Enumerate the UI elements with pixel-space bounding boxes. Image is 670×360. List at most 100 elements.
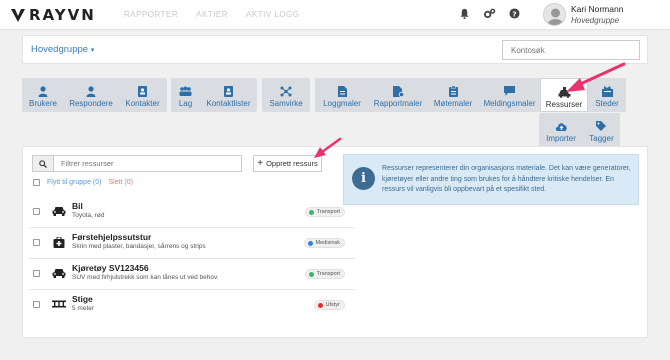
- ladder-icon: [52, 298, 66, 310]
- tag-label: Medisinsk: [315, 240, 340, 246]
- tool-ressurser[interactable]: Ressurser: [540, 78, 588, 112]
- tool-meldingsmaler[interactable]: Meldingsmaler: [479, 78, 540, 112]
- row-checkbox[interactable]: [33, 239, 40, 246]
- tag-badge: Transport: [304, 207, 345, 217]
- list-item[interactable]: Stige 5 meter Utstyr: [29, 290, 355, 321]
- nav-item-aktiv-logg[interactable]: AKTIV LOGG: [246, 10, 299, 19]
- resources-icon: [558, 86, 571, 98]
- tool-lag[interactable]: Lag: [171, 78, 200, 112]
- toolbar-group-teams: Lag Kontaktlister: [171, 78, 257, 112]
- meeting-template-icon: [448, 85, 458, 97]
- tool-loggmaler[interactable]: Loggmaler: [315, 78, 369, 112]
- tag-label: Transport: [316, 271, 340, 277]
- tool-motemaler-label: Møtemaler: [433, 99, 473, 108]
- tag-label: Utstyr: [325, 302, 340, 308]
- tool-rapportmaler[interactable]: Rapportmaler: [369, 78, 427, 112]
- tool-samvirke[interactable]: Samvirke: [262, 78, 310, 112]
- toolbar-group-templates: Loggmaler Rapportmaler Møtemaler Melding…: [315, 78, 626, 112]
- move-to-group-link[interactable]: Flytt til gruppe (0): [47, 179, 101, 186]
- cloud-upload-icon: [555, 120, 568, 132]
- tag-badge: Transport: [304, 269, 345, 279]
- tool-ressurser-label: Ressurser: [545, 100, 583, 109]
- team-icon: [179, 85, 192, 97]
- delete-link[interactable]: Slett (0): [108, 179, 133, 186]
- bell-icon[interactable]: [459, 8, 470, 19]
- top-bar: RAYVN RAPPORTER AKTIER AKTIV LOGG ? Kari…: [0, 0, 670, 30]
- select-all-checkbox[interactable]: [33, 179, 40, 186]
- avatar: [543, 3, 566, 26]
- logo[interactable]: RAYVN: [10, 6, 96, 24]
- tool-respondere-label: Respondere: [69, 99, 113, 108]
- top-icons: ?: [459, 8, 520, 19]
- filter-box: [32, 155, 242, 172]
- info-icon: i: [352, 167, 375, 190]
- user-name: Kari Normann: [571, 3, 624, 14]
- tag-badge: Utstyr: [313, 300, 345, 310]
- resource-name: Kjøretøy SV123456: [72, 263, 149, 273]
- resource-name: Førstehjelpssutstur: [72, 232, 152, 242]
- row-checkbox[interactable]: [33, 208, 40, 215]
- search-icon[interactable]: [33, 156, 54, 171]
- info-box: i Ressurser representerer din organisasj…: [343, 154, 639, 205]
- tool-respondere[interactable]: Respondere: [64, 78, 118, 112]
- svg-text:?: ?: [512, 9, 516, 18]
- settings-gears-icon[interactable]: [483, 8, 496, 19]
- tool-steder[interactable]: Steder: [588, 78, 626, 112]
- tool-kontakter[interactable]: Kontakter: [118, 78, 167, 112]
- help-icon[interactable]: ?: [509, 8, 520, 19]
- network-icon: [280, 85, 292, 97]
- toolbar-group-import: Importer Tagger: [539, 113, 620, 147]
- tool-motemaler[interactable]: Møtemaler: [427, 78, 479, 112]
- resource-description: SUV med firhjulstrekk som kan lånes ut v…: [72, 274, 219, 281]
- tag-dot: [317, 302, 323, 308]
- caret-down-icon: ▾: [90, 47, 95, 54]
- create-resource-button[interactable]: + Opprett ressurs: [253, 155, 322, 172]
- user-menu[interactable]: Kari Normann Hovedgruppe: [543, 3, 623, 26]
- responder-icon: [86, 85, 96, 97]
- contact-card-icon: [138, 85, 147, 97]
- tool-loggmaler-label: Loggmaler: [323, 99, 361, 108]
- tag-badge: Medisinsk: [303, 238, 345, 248]
- tool-tagger[interactable]: Tagger: [583, 113, 620, 147]
- tool-importer[interactable]: Importer: [539, 113, 583, 147]
- nav-item-aktier[interactable]: AKTIER: [196, 10, 228, 19]
- list-item[interactable]: Førstehjelpssutstur Skrin med plaster, b…: [29, 228, 355, 259]
- resource-description: 5 meter: [72, 305, 95, 312]
- tool-brukere-label: Brukere: [28, 99, 57, 108]
- resource-name: Bil: [72, 201, 83, 211]
- tag-dot: [307, 240, 313, 246]
- group-selector[interactable]: Hovedgruppe ▾: [31, 44, 94, 55]
- bulk-actions: Flytt til gruppe (0) Slett (0): [33, 179, 133, 186]
- resource-name: Stige: [72, 294, 93, 304]
- create-resource-label: Opprett ressurs: [266, 159, 318, 168]
- row-checkbox[interactable]: [33, 270, 40, 277]
- group-bar: Hovedgruppe ▾: [22, 35, 648, 64]
- resources-panel: + Opprett ressurs Flytt til gruppe (0) S…: [22, 146, 648, 338]
- contact-search-input[interactable]: [502, 40, 640, 60]
- tool-rapportmaler-label: Rapportmaler: [373, 99, 423, 108]
- tag-dot: [308, 209, 314, 215]
- row-checkbox[interactable]: [33, 301, 40, 308]
- tool-tagger-label: Tagger: [589, 134, 614, 143]
- toolbar-group-collab: Samvirke: [262, 78, 310, 112]
- nav-item-rapporter[interactable]: RAPPORTER: [124, 10, 178, 19]
- tool-samvirke-label: Samvirke: [269, 99, 303, 108]
- group-selector-label: Hovedgruppe: [31, 44, 89, 55]
- tag-dot: [308, 271, 314, 277]
- contact-list-icon: [224, 85, 233, 97]
- info-text: Ressurser representerer din organisasjon…: [382, 165, 631, 193]
- tool-kontaktlister[interactable]: Kontaktlister: [200, 78, 257, 112]
- filter-resources-input[interactable]: [54, 156, 241, 171]
- resource-description: Toyota, rød: [72, 212, 105, 219]
- tool-meldingsmaler-label: Meldingsmaler: [483, 99, 536, 108]
- list-item[interactable]: Kjøretøy SV123456 SUV med firhjulstrekk …: [29, 259, 355, 290]
- brand-name: RAYVN: [29, 6, 96, 24]
- tool-kontakter-label: Kontakter: [125, 99, 160, 108]
- tool-brukere[interactable]: Brukere: [22, 78, 64, 112]
- resource-list: Bil Toyota, rød Transport Førstehjelpssu…: [29, 197, 355, 321]
- tool-importer-label: Importer: [546, 134, 576, 143]
- log-template-icon: [337, 85, 347, 97]
- toolbar-group-people: Brukere Respondere Kontakter: [22, 78, 167, 112]
- tool-lag-label: Lag: [178, 99, 193, 108]
- list-item[interactable]: Bil Toyota, rød Transport: [29, 197, 355, 228]
